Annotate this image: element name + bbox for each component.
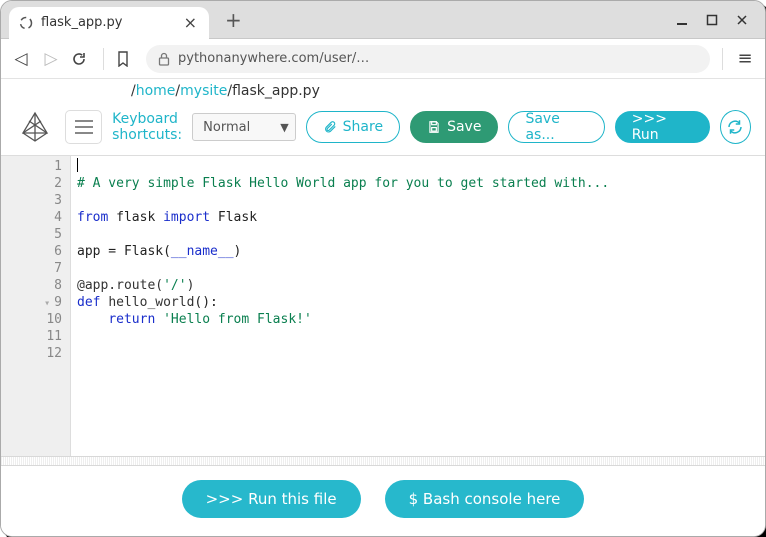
save-icon: [427, 120, 441, 134]
code-line[interactable]: def hello_world():: [77, 294, 765, 311]
run-label: >>> Run: [632, 111, 693, 143]
editor-toolbar: Keyboard shortcuts: Normal ▼ Share Save: [1, 101, 765, 155]
line-number: 11: [1, 328, 62, 345]
code-line[interactable]: [77, 158, 765, 175]
close-tab-icon[interactable]: ×: [184, 13, 197, 32]
save-as-label: Save as...: [525, 111, 587, 143]
code-line[interactable]: [77, 192, 765, 209]
hamburger-menu-button[interactable]: [65, 110, 102, 144]
code-line[interactable]: [77, 345, 765, 362]
url-text: pythonanywhere.com/user/…: [178, 51, 369, 66]
nav-back-button[interactable]: ◁: [11, 49, 31, 69]
page-content: /home/mysite/flask_app.py Keyboa: [1, 79, 765, 536]
line-number: 2: [1, 175, 62, 192]
bash-console-button[interactable]: $ Bash console here: [385, 480, 585, 518]
text-cursor: [77, 158, 78, 172]
browser-menu-button[interactable]: ≡: [735, 48, 755, 69]
code-line[interactable]: return 'Hello from Flask!': [77, 311, 765, 328]
line-number: 12: [1, 345, 62, 362]
nav-reload-button[interactable]: [71, 51, 91, 67]
browser-window: flask_app.py × + ◁ ▷ pythonanywhere.co: [0, 0, 766, 537]
resize-handle[interactable]: [1, 456, 765, 466]
editor-mode-value: Normal: [203, 120, 250, 135]
breadcrumb: /home/mysite/flask_app.py: [1, 79, 765, 101]
close-window-button[interactable]: [727, 5, 757, 35]
line-number: 9: [1, 294, 62, 311]
bookmark-icon[interactable]: [116, 51, 136, 67]
breadcrumb-mysite[interactable]: mysite: [180, 83, 227, 99]
share-button[interactable]: Share: [306, 111, 400, 143]
code-line[interactable]: # A very simple Flask Hello World app fo…: [77, 175, 765, 192]
separator: [722, 48, 723, 70]
code-line[interactable]: [77, 260, 765, 277]
site-logo-icon[interactable]: [15, 105, 55, 149]
separator: [103, 48, 104, 70]
minimize-window-button[interactable]: [667, 5, 697, 35]
nav-forward-button: ▷: [41, 49, 61, 69]
chevron-down-icon: ▼: [280, 121, 288, 134]
line-number: 1: [1, 158, 62, 175]
bottom-toolbar: >>> Run this file $ Bash console here: [1, 466, 765, 536]
line-number: 7: [1, 260, 62, 277]
save-button[interactable]: Save: [410, 111, 498, 143]
line-number: 3: [1, 192, 62, 209]
tab-strip: flask_app.py × +: [1, 1, 765, 39]
keyboard-shortcuts-link[interactable]: Keyboard shortcuts:: [112, 111, 182, 143]
refresh-button[interactable]: [720, 110, 751, 144]
code-line[interactable]: [77, 328, 765, 345]
code-area[interactable]: # A very simple Flask Hello World app fo…: [71, 156, 765, 456]
line-number-gutter: 123456789101112: [1, 156, 71, 456]
line-number: 6: [1, 243, 62, 260]
code-line[interactable]: from flask import Flask: [77, 209, 765, 226]
line-number: 8: [1, 277, 62, 294]
address-bar: ◁ ▷ pythonanywhere.com/user/… ≡: [1, 39, 765, 79]
code-line[interactable]: [77, 226, 765, 243]
breadcrumb-current: flask_app.py: [232, 83, 320, 99]
paperclip-icon: [323, 120, 337, 134]
url-box[interactable]: pythonanywhere.com/user/…: [146, 45, 710, 73]
tab-favicon-icon: [19, 16, 33, 30]
tab-title: flask_app.py: [41, 15, 123, 30]
editor-mode-select[interactable]: Normal ▼: [192, 113, 296, 141]
lock-icon: [158, 52, 170, 66]
browser-tab[interactable]: flask_app.py ×: [9, 7, 209, 39]
line-number: 4: [1, 209, 62, 226]
new-tab-button[interactable]: +: [219, 8, 248, 32]
share-label: Share: [343, 119, 383, 135]
save-as-button[interactable]: Save as...: [508, 111, 604, 143]
line-number: 10: [1, 311, 62, 328]
code-line[interactable]: @app.route('/'): [77, 277, 765, 294]
code-line[interactable]: app = Flask(__name__): [77, 243, 765, 260]
run-this-file-button[interactable]: >>> Run this file: [182, 480, 361, 518]
save-label: Save: [447, 119, 481, 135]
breadcrumb-home[interactable]: home: [136, 83, 176, 99]
run-button[interactable]: >>> Run: [615, 111, 710, 143]
maximize-window-button[interactable]: [697, 5, 727, 35]
line-number: 5: [1, 226, 62, 243]
code-editor[interactable]: 123456789101112 # A very simple Flask He…: [1, 155, 765, 456]
